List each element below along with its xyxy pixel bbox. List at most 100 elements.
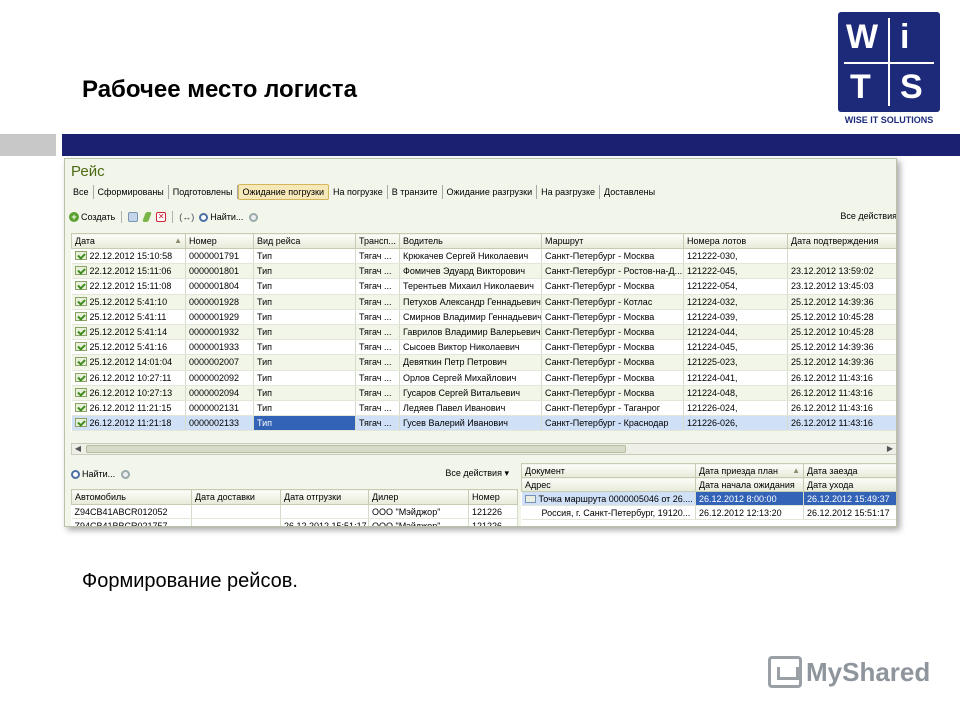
copy-icon[interactable] — [128, 212, 139, 222]
table-cell: Тип — [253, 415, 356, 432]
table-cell: Ледяев Павел Иванович — [399, 400, 542, 417]
row-status-icon — [74, 281, 87, 291]
column-header[interactable]: Маршрут — [541, 233, 684, 249]
column-header[interactable]: Дата приезда план ▲ — [695, 463, 804, 478]
tab-waiting-loading[interactable]: Ожидание погрузки — [237, 184, 329, 200]
table-row[interactable]: Z94CB41BBCR021757 26.12.2012 15:51:17 ООО … — [71, 518, 518, 526]
table-cell: Сысоев Виктор Николаевич — [399, 339, 542, 356]
all-actions-menu[interactable]: Все действия — [840, 211, 896, 221]
table-row[interactable]: 26.12.2012 10:27:13 0000002094 Тип Тягач ..… — [71, 385, 896, 401]
scrollbar-thumb[interactable] — [86, 445, 626, 453]
table-cell: Санкт-Петербург - Москва — [541, 248, 684, 265]
tab-all[interactable]: Все — [69, 185, 94, 199]
table-cell: 0000001791 — [185, 248, 254, 265]
column-header[interactable]: Дата отгрузки — [280, 489, 369, 505]
table-row[interactable]: Z94CB41ABCR012052 ООО "Мэйджор" 121226 — [71, 504, 518, 519]
table-cell: Тягач ... — [355, 415, 400, 432]
table-cell: Тип — [253, 324, 356, 341]
table-cell: 121222-045, — [683, 263, 788, 280]
column-header[interactable]: Дата заезда — [803, 463, 896, 478]
tab-prepared[interactable]: Подготовлены — [169, 185, 238, 199]
table-cell: 0000002133 — [185, 415, 254, 432]
column-header[interactable]: Адрес — [521, 477, 696, 492]
table-row[interactable]: 22.12.2012 15:10:58 0000001791 Тип Тягач ..… — [71, 248, 896, 265]
table-cell: 25.12.2012 5:41:16 — [71, 339, 186, 356]
column-header[interactable]: Водитель — [399, 233, 542, 249]
table-cell: 22.12.2012 15:11:06 — [71, 263, 186, 280]
table-row[interactable]: Точка маршрута 0000005046 от 26.... 26.1… — [521, 491, 896, 506]
delete-icon[interactable]: ✕ — [156, 212, 167, 222]
row-status-icon — [74, 251, 87, 261]
table-row[interactable]: 26.12.2012 11:21:15 0000002131 Тип Тягач ..… — [71, 400, 896, 417]
column-header[interactable]: Дата доставки — [191, 489, 281, 505]
tab-unloading[interactable]: На разгрузке — [537, 185, 601, 199]
table-cell: 0000001804 — [185, 278, 254, 295]
table-cell: 23.12.2012 13:45:03 — [787, 278, 896, 295]
table-cell: Тип — [253, 354, 356, 371]
column-header[interactable]: Автомобиль — [71, 489, 192, 505]
table-row[interactable]: Россия, г. Санкт-Петербург, 19120... 26.… — [521, 505, 896, 520]
edit-icon[interactable] — [142, 212, 153, 222]
column-header[interactable]: Номер — [185, 233, 254, 249]
column-header[interactable]: Дилер — [368, 489, 469, 505]
column-header[interactable]: Вид рейса — [253, 233, 356, 249]
column-header[interactable]: Дата начала ожидания — [695, 477, 804, 492]
table-cell: Тип — [253, 309, 356, 325]
tab-in-transit[interactable]: В транзите — [388, 185, 443, 199]
table-cell: 26.12.2012 11:43:16 — [787, 385, 896, 401]
table-row[interactable]: 26.12.2012 10:27:11 0000002092 Тип Тягач ..… — [71, 370, 896, 386]
table-row[interactable]: 25.12.2012 14:01:04 0000002007 Тип Тягач ..… — [71, 354, 896, 371]
column-header[interactable]: Дата ▲ — [71, 233, 186, 249]
table-cell: 25.12.2012 14:39:36 — [787, 354, 896, 371]
logo-letter: i — [900, 18, 910, 56]
find-button[interactable]: Найти... — [71, 469, 115, 479]
column-header[interactable]: Дата ухода — [803, 477, 896, 492]
column-header[interactable]: Трансп... — [355, 233, 400, 249]
column-header[interactable]: Дата подтверждения — [787, 233, 896, 249]
table-row[interactable]: 25.12.2012 5:41:11 0000001929 Тип Тягач ...… — [71, 309, 896, 325]
navy-accent-bar — [62, 134, 960, 156]
table-row[interactable]: 25.12.2012 5:41:10 0000001928 Тип Тягач ...… — [71, 294, 896, 310]
table-cell: 0000001929 — [185, 309, 254, 325]
table-cell: 121225-023, — [683, 354, 788, 371]
table-row[interactable]: 22.12.2012 15:11:06 0000001801 Тип Тягач ..… — [71, 263, 896, 280]
table-cell: 121224-041, — [683, 370, 788, 386]
row-status-icon — [74, 311, 87, 321]
table-cell: Девяткин Петр Петрович — [399, 354, 542, 371]
sort-ascending-icon: ▲ — [792, 465, 800, 475]
cancel-search-icon[interactable] — [249, 212, 259, 222]
table-cell: Тип — [253, 400, 356, 417]
column-header[interactable]: Номер — [468, 489, 518, 505]
table-row[interactable]: 26.12.2012 11:21:18 0000002133 Тип Тягач ..… — [71, 415, 896, 432]
column-header[interactable]: Номера лотов — [683, 233, 788, 249]
tab-formed[interactable]: Сформированы — [94, 185, 169, 199]
tab-delivered[interactable]: Доставлены — [600, 185, 659, 199]
table-row[interactable]: 25.12.2012 5:41:16 0000001933 Тип Тягач ...… — [71, 339, 896, 356]
table-row[interactable]: 22.12.2012 15:11:08 0000001804 Тип Тягач ..… — [71, 278, 896, 295]
cancel-search-icon[interactable] — [121, 469, 131, 479]
route-point-icon — [524, 494, 536, 503]
table-cell: 26.12.2012 11:21:18 — [71, 415, 186, 432]
create-button[interactable]: + Создать — [69, 212, 115, 222]
table-row[interactable]: 25.12.2012 5:41:14 0000001932 Тип Тягач ...… — [71, 324, 896, 341]
scroll-left-icon[interactable]: ◀ — [72, 444, 84, 454]
find-button[interactable]: Найти... — [199, 212, 243, 222]
table-cell: Тип — [253, 339, 356, 356]
scroll-right-icon[interactable]: ▶ — [884, 444, 896, 454]
row-status-icon — [74, 387, 87, 397]
table-cell: 25.12.2012 10:45:28 — [787, 309, 896, 325]
table-cell: Санкт-Петербург - Москва — [541, 354, 684, 371]
table-cell: Тип — [253, 263, 356, 280]
logo-letter: W — [846, 18, 879, 56]
vehicles-panel: Найти... Все действия ▾ Автомобиль Дата … — [71, 463, 518, 526]
column-header[interactable]: Документ — [521, 463, 696, 478]
tab-loading[interactable]: На погрузке — [329, 185, 388, 199]
table-cell: 26.12.2012 11:21:15 — [71, 400, 186, 417]
all-actions-menu[interactable]: Все действия ▾ — [445, 468, 509, 479]
table-cell: Тип — [253, 370, 356, 386]
swap-icon[interactable]: (↔) — [179, 212, 194, 222]
tab-waiting-unloading[interactable]: Ожидание разгрузки — [443, 185, 538, 199]
table-cell: Тип — [253, 248, 356, 265]
horizontal-scrollbar[interactable]: ◀ ▶ — [71, 443, 896, 455]
table-cell: Тягач ... — [355, 263, 400, 280]
